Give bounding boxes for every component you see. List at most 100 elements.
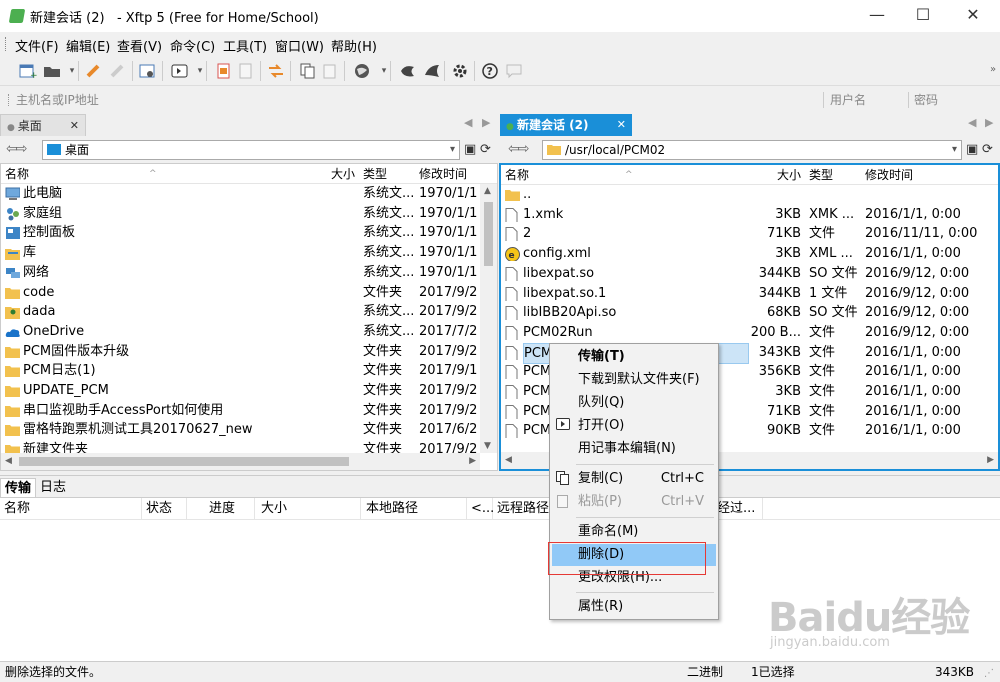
file-row[interactable]: e config.xml 3KB XML ... 2016/1/1, 0:00 bbox=[501, 244, 998, 264]
left-horizontal-scrollbar[interactable]: ◀ ▶ bbox=[1, 453, 480, 470]
scroll-left-icon[interactable]: ◀ bbox=[505, 455, 512, 465]
scroll-left-icon[interactable]: ◀ bbox=[5, 456, 12, 466]
toolbar-overflow-icon[interactable]: » bbox=[990, 64, 996, 75]
menu-file[interactable]: 文件(F) bbox=[15, 36, 59, 55]
close-button[interactable]: ✕ bbox=[950, 0, 996, 32]
disconnect-icon[interactable] bbox=[108, 61, 128, 81]
col-size[interactable]: 大小 bbox=[777, 165, 801, 185]
back-forward-icon[interactable]: ⇦⇨ bbox=[6, 141, 28, 157]
chevron-down-icon[interactable]: ▾ bbox=[952, 141, 957, 159]
col-modified[interactable]: 修改时间 bbox=[419, 164, 467, 184]
file-row[interactable]: PCM02Run 200 B... 文件 2016/9/12, 0:00 bbox=[501, 323, 998, 343]
menu-open[interactable]: 打开(O) bbox=[552, 415, 716, 437]
dropdown-arrow-icon[interactable]: ▾ bbox=[190, 61, 210, 81]
col-size[interactable]: 大小 bbox=[331, 164, 355, 184]
minimize-button[interactable]: — bbox=[854, 0, 900, 32]
file-row[interactable]: UPDATE_PCM 文件夹 2017/9/29 bbox=[1, 381, 497, 401]
host-input[interactable]: 主机名或IP地址 bbox=[16, 90, 821, 110]
username-input[interactable]: 用户名 bbox=[830, 90, 908, 110]
maximize-button[interactable]: ☐ bbox=[900, 0, 946, 32]
log-icon[interactable] bbox=[214, 61, 234, 81]
close-icon[interactable]: ✕ bbox=[617, 114, 626, 136]
menu-paste[interactable]: 粘贴(P) Ctrl+V bbox=[552, 491, 716, 513]
gear-icon[interactable] bbox=[450, 61, 470, 81]
menu-queue[interactable]: 队列(Q) bbox=[552, 392, 716, 414]
resize-grip-icon[interactable]: ⋰ bbox=[984, 664, 994, 682]
right-path-input[interactable]: /usr/local/PCM02 ▾ bbox=[542, 140, 962, 160]
scroll-thumb[interactable] bbox=[19, 457, 349, 466]
file-row[interactable]: libexpat.so 344KB SO 文件 2016/9/12, 0:00 bbox=[501, 264, 998, 284]
col-type[interactable]: 类型 bbox=[363, 164, 387, 184]
xftp-bird-icon[interactable] bbox=[422, 61, 442, 81]
dropdown-arrow-icon[interactable]: ▾ bbox=[374, 61, 394, 81]
chevron-down-icon[interactable]: ▾ bbox=[450, 141, 455, 159]
col-type[interactable]: 类型 bbox=[809, 165, 833, 185]
back-forward-icon[interactable]: ⇦⇨ bbox=[508, 141, 530, 157]
menu-edit-notepad[interactable]: 用记事本编辑(N) bbox=[552, 438, 716, 460]
file-row[interactable]: 雷格特跑票机测试工具20170627_new 文件夹 2017/6/28 bbox=[1, 420, 497, 440]
file-row[interactable]: libIBB20Api.so 68KB SO 文件 2016/9/12, 0:00 bbox=[501, 303, 998, 323]
refresh-icon[interactable]: ⟳ bbox=[480, 142, 491, 157]
tcol-name[interactable]: 名称 bbox=[0, 498, 142, 520]
scroll-down-icon[interactable]: ▼ bbox=[484, 441, 491, 451]
menu-rename[interactable]: 重命名(M) bbox=[552, 521, 716, 543]
file-row[interactable]: dada 系统文... 2017/9/2 bbox=[1, 302, 497, 322]
tab-prev-icon[interactable]: ◀ bbox=[968, 116, 976, 129]
file-row[interactable]: 库 系统文... 1970/1/1, bbox=[1, 243, 497, 263]
tcol-progress[interactable]: 进度 bbox=[205, 498, 255, 520]
tab-transfer[interactable]: 传输 bbox=[0, 478, 37, 497]
menu-transfer[interactable]: 传输(T) bbox=[552, 346, 716, 368]
file-row[interactable]: 控制面板 系统文... 1970/1/1, bbox=[1, 223, 497, 243]
help-icon[interactable]: ? bbox=[480, 61, 500, 81]
xshell-icon[interactable] bbox=[398, 61, 418, 81]
chat-icon[interactable] bbox=[504, 61, 524, 81]
file-row[interactable]: code 文件夹 2017/9/20 bbox=[1, 283, 497, 303]
tcol-direction[interactable]: <... bbox=[467, 498, 494, 520]
file-row[interactable]: libexpat.so.1 344KB 1 文件 2016/9/12, 0:00 bbox=[501, 284, 998, 304]
col-modified[interactable]: 修改时间 bbox=[865, 165, 913, 185]
file-row[interactable]: 此电脑 系统文... 1970/1/1, bbox=[1, 184, 497, 204]
left-vertical-scrollbar[interactable]: ▲ ▼ bbox=[480, 184, 497, 453]
paste-toolbar-icon[interactable] bbox=[320, 61, 340, 81]
left-path-input[interactable]: 桌面 ▾ bbox=[42, 140, 460, 160]
new-session-icon[interactable]: + bbox=[18, 61, 38, 81]
folder-up-icon[interactable]: ▣ bbox=[464, 142, 476, 157]
menu-download-default[interactable]: 下载到默认文件夹(F) bbox=[552, 369, 716, 391]
copy-toolbar-icon[interactable] bbox=[298, 61, 318, 81]
file-row[interactable]: OneDrive 系统文... 2017/7/20 bbox=[1, 322, 497, 342]
menu-properties[interactable]: 属性(R) bbox=[552, 596, 716, 618]
close-icon[interactable]: ✕ bbox=[70, 115, 79, 137]
tab-prev-icon[interactable]: ◀ bbox=[464, 116, 472, 129]
session-properties-icon[interactable] bbox=[138, 61, 158, 81]
menu-help[interactable]: 帮助(H) bbox=[331, 36, 377, 55]
menu-view[interactable]: 查看(V) bbox=[117, 36, 162, 55]
dropdown-arrow-icon[interactable]: ▾ bbox=[62, 61, 82, 81]
refresh-icon[interactable]: ⟳ bbox=[982, 142, 993, 157]
scroll-right-icon[interactable]: ▶ bbox=[469, 456, 476, 466]
file-row[interactable]: .. bbox=[501, 185, 998, 205]
password-input[interactable]: 密码 bbox=[914, 90, 994, 110]
scroll-thumb[interactable] bbox=[484, 202, 493, 266]
file-row[interactable]: PCM固件版本升级 文件夹 2017/9/29 bbox=[1, 342, 497, 362]
tab-next-icon[interactable]: ▶ bbox=[985, 116, 993, 129]
connect-icon[interactable] bbox=[84, 61, 104, 81]
file-row[interactable]: PCM日志(1) 文件夹 2017/9/1 bbox=[1, 361, 497, 381]
scroll-right-icon[interactable]: ▶ bbox=[987, 455, 994, 465]
file-row[interactable]: 2 71KB 文件 2016/11/11, 0:00 bbox=[501, 224, 998, 244]
file-row[interactable]: 家庭组 系统文... 1970/1/1, bbox=[1, 204, 497, 224]
menu-copy[interactable]: 复制(C) Ctrl+C bbox=[552, 468, 716, 490]
tcol-local-path[interactable]: 本地路径 bbox=[362, 498, 467, 520]
menu-window[interactable]: 窗口(W) bbox=[275, 36, 324, 55]
tab-next-icon[interactable]: ▶ bbox=[482, 116, 490, 129]
tcol-elapsed[interactable]: 经过... bbox=[713, 498, 763, 520]
log-disabled-icon[interactable] bbox=[236, 61, 256, 81]
terminal-icon[interactable] bbox=[170, 61, 190, 81]
tab-log[interactable]: 日志 bbox=[36, 478, 70, 497]
tab-session[interactable]: ● 新建会话 (2) ✕ bbox=[500, 114, 632, 136]
menu-edit[interactable]: 编辑(E) bbox=[66, 36, 110, 55]
menu-tools[interactable]: 工具(T) bbox=[223, 36, 267, 55]
tcol-status[interactable]: 状态 bbox=[142, 498, 187, 520]
col-name[interactable]: 名称 bbox=[505, 165, 529, 185]
col-name[interactable]: 名称 bbox=[5, 164, 29, 184]
file-row[interactable]: 串口监视助手AccessPort如何使用 文件夹 2017/9/28 bbox=[1, 401, 497, 421]
